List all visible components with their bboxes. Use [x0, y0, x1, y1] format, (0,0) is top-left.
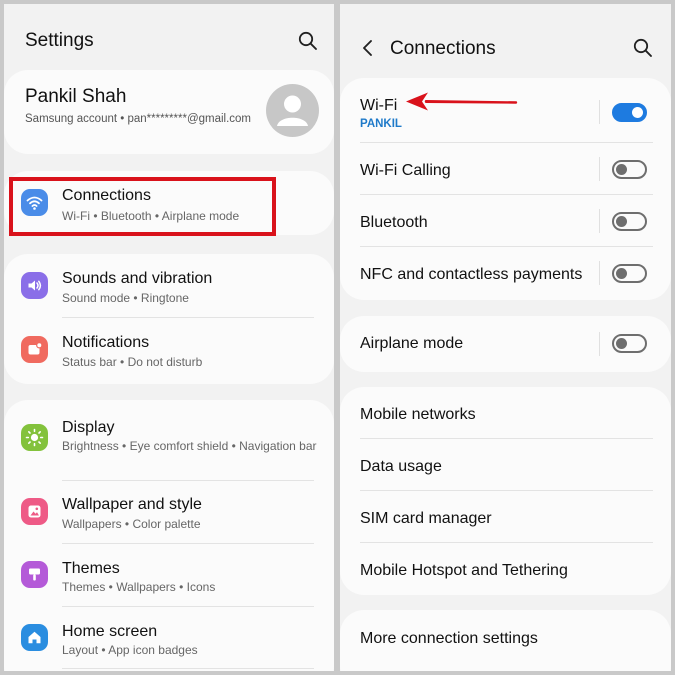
search-icon — [633, 38, 652, 57]
menu-item-subtitle: Themes • Wallpapers • Icons — [62, 580, 216, 594]
row-title: NFC and contactless payments — [360, 266, 583, 283]
data-usage-row[interactable]: Data usage — [340, 439, 671, 491]
wifi-icon — [21, 189, 48, 216]
home-icon — [21, 624, 48, 651]
arrow-annotation-icon — [406, 92, 518, 111]
row-title: Bluetooth — [360, 214, 428, 231]
toggle-knob — [616, 164, 627, 175]
profile-subtitle: Samsung account • pan*********@gmail.com — [25, 113, 252, 125]
menu-item-title: Notifications — [62, 334, 150, 351]
menu-item-subtitle: Wi-Fi • Bluetooth • Airplane mode — [62, 209, 240, 223]
row-title: Wi-Fi Calling — [360, 162, 451, 179]
wifi-title: Wi-Fi — [360, 97, 398, 114]
mobile-networks-row[interactable]: Mobile networks — [340, 387, 671, 439]
speaker-icon — [21, 272, 48, 299]
search-button[interactable] — [296, 29, 320, 53]
bluetooth-row[interactable]: Bluetooth — [340, 195, 671, 247]
menu-item-wallpaper[interactable]: Wallpaper and style Wallpapers • Color p… — [4, 481, 334, 543]
toggle-knob — [616, 216, 627, 227]
row-title: More connection settings — [360, 630, 538, 647]
menu-item-title: Home screen — [62, 623, 158, 640]
sim-card-manager-row[interactable]: SIM card manager — [340, 491, 671, 543]
connections-header: Connections — [340, 4, 671, 64]
themes-icon — [21, 561, 48, 588]
airplane-mode-row[interactable]: Airplane mode — [340, 316, 671, 372]
separator — [599, 261, 600, 285]
menu-item-title: Sounds and vibration — [62, 270, 213, 287]
menu-item-display[interactable]: Display Brightness • Eye comfort shield … — [4, 404, 334, 478]
person-icon — [277, 95, 308, 126]
toggle-knob — [616, 268, 627, 279]
separator — [599, 157, 600, 181]
menu-item-subtitle: Wallpapers • Color palette — [62, 517, 201, 531]
menu-item-title: Connections — [62, 187, 151, 204]
notification-icon — [21, 336, 48, 363]
row-title: Data usage — [360, 458, 442, 475]
menu-item-subtitle: Layout • App icon badges — [62, 643, 198, 657]
search-button[interactable] — [631, 36, 655, 60]
separator — [599, 209, 600, 233]
sun-icon — [21, 424, 48, 451]
wifi-toggle[interactable] — [612, 103, 647, 122]
wifi-calling-row[interactable]: Wi-Fi Calling — [340, 143, 671, 195]
menu-item-connections[interactable]: Connections Wi-Fi • Bluetooth • Airplane… — [4, 171, 334, 235]
back-button[interactable] — [356, 36, 380, 60]
menu-item-themes[interactable]: Themes Themes • Wallpapers • Icons — [4, 544, 334, 606]
menu-item-title: Wallpaper and style — [62, 496, 202, 513]
menu-item-home-screen[interactable]: Home screen Layout • App icon badges — [4, 607, 334, 669]
nfc-row[interactable]: NFC and contactless payments — [340, 247, 671, 299]
menu-item-subtitle: Sound mode • Ringtone — [62, 291, 189, 305]
menu-item-subtitle: Status bar • Do not disturb — [62, 355, 203, 369]
nfc-toggle[interactable] — [612, 264, 647, 283]
row-title: Mobile networks — [360, 406, 476, 423]
separator — [599, 100, 600, 124]
search-icon — [298, 31, 317, 50]
bluetooth-toggle[interactable] — [612, 212, 647, 231]
row-title: SIM card manager — [360, 510, 492, 527]
divider — [62, 668, 314, 669]
chevron-left-icon — [363, 40, 372, 56]
menu-item-notifications[interactable]: Notifications Status bar • Do not distur… — [4, 318, 334, 382]
page-title: Connections — [390, 38, 496, 59]
menu-item-subtitle: Brightness • Eye comfort shield • Naviga… — [62, 439, 317, 453]
separator — [599, 332, 600, 356]
profile-name: Pankil Shah — [25, 86, 127, 107]
more-connection-settings-row[interactable]: More connection settings — [340, 610, 671, 662]
avatar[interactable] — [266, 84, 319, 137]
menu-item-title: Display — [62, 419, 115, 436]
wifi-calling-toggle[interactable] — [612, 160, 647, 179]
toggle-knob — [616, 338, 627, 349]
page-title: Settings — [25, 30, 94, 51]
airplane-mode-toggle[interactable] — [612, 334, 647, 353]
menu-item-sounds[interactable]: Sounds and vibration Sound mode • Ringto… — [4, 254, 334, 318]
mobile-hotspot-row[interactable]: Mobile Hotspot and Tethering — [340, 543, 671, 595]
settings-screen: Settings Pankil Shah Samsung account • p… — [4, 4, 334, 671]
settings-header: Settings — [4, 4, 334, 64]
menu-item-title: Themes — [62, 560, 120, 577]
wallpaper-icon — [21, 498, 48, 525]
wifi-network-name: PANKIL — [360, 118, 402, 130]
row-title: Airplane mode — [360, 335, 464, 352]
row-title: Mobile Hotspot and Tethering — [360, 562, 568, 579]
toggle-knob — [632, 107, 643, 118]
